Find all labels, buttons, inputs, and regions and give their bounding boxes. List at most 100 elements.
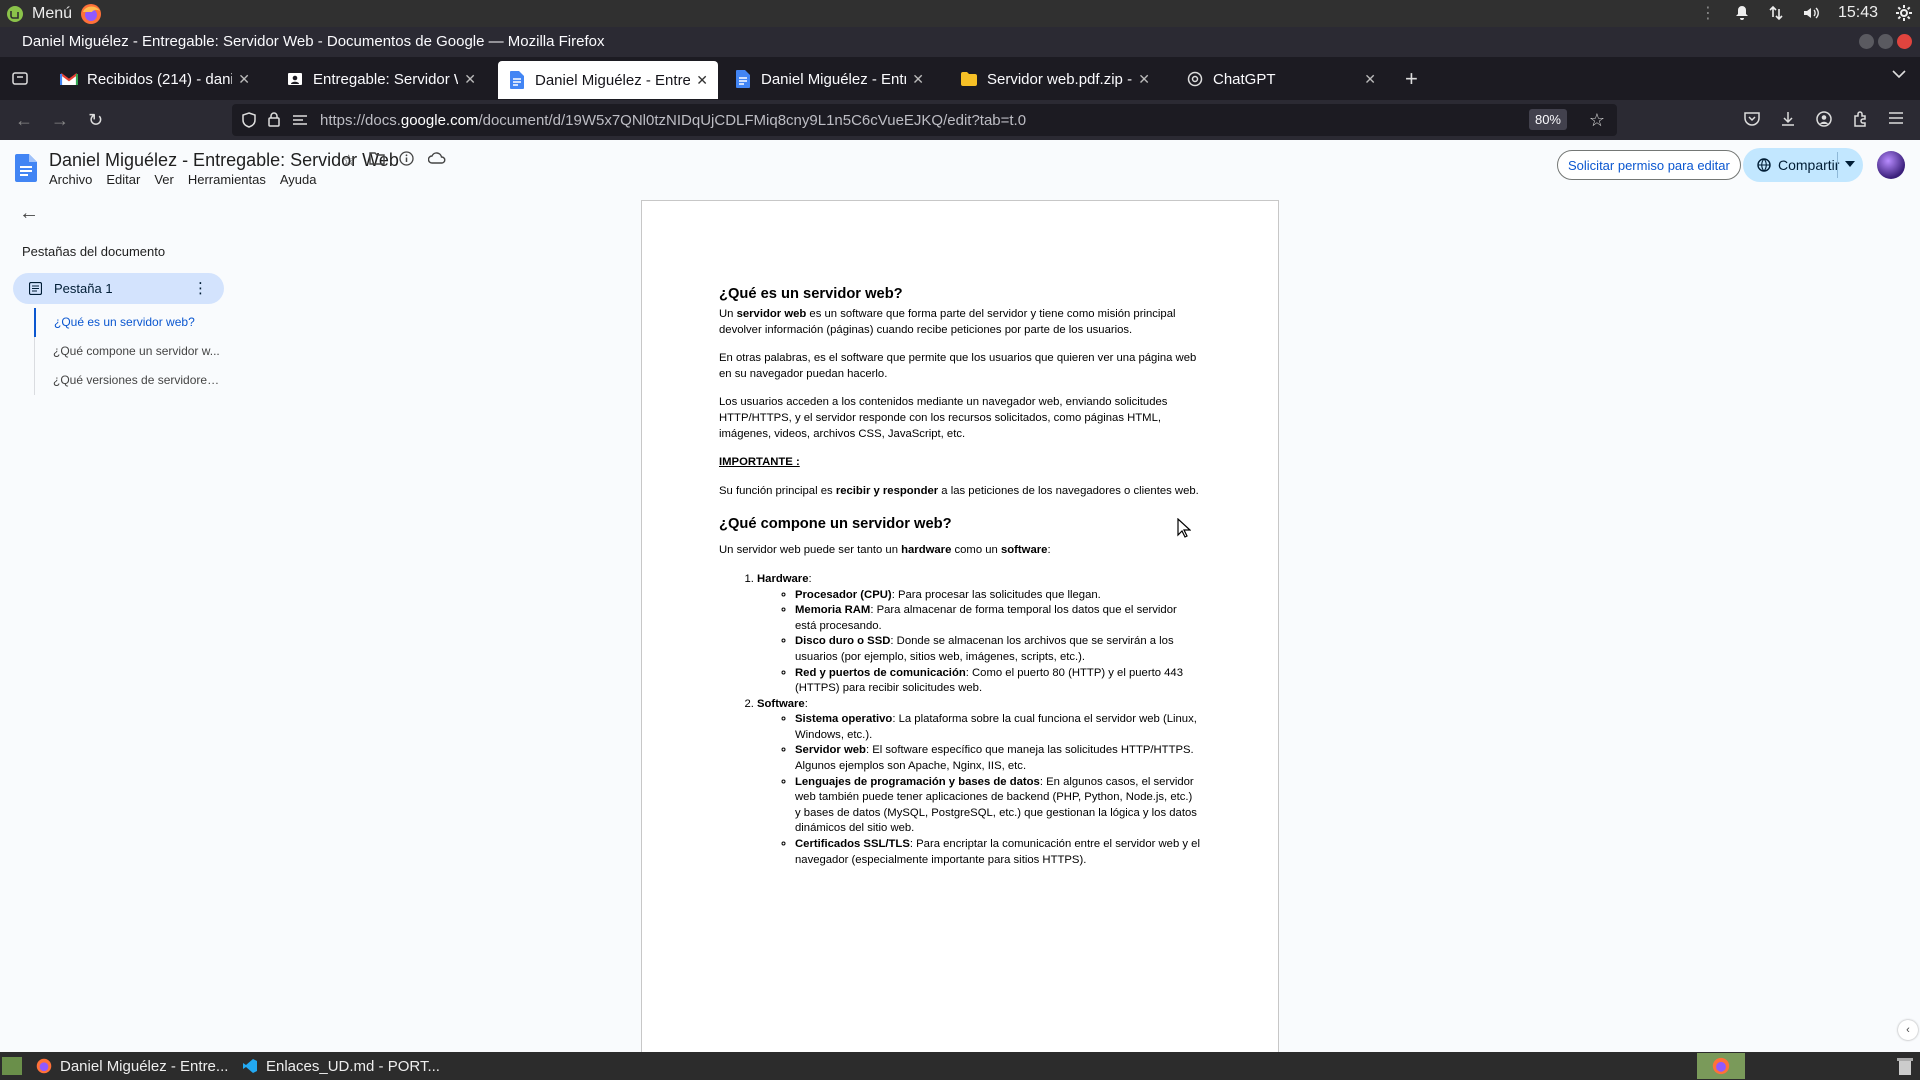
- reload-icon[interactable]: ↻: [88, 110, 103, 130]
- share-button[interactable]: Compartir: [1743, 148, 1863, 182]
- info-icon[interactable]: [399, 151, 415, 169]
- clock[interactable]: 15:43: [1838, 4, 1878, 22]
- browser-tab[interactable]: Servidor web.pdf.zip - ZI ✕: [950, 61, 1160, 97]
- navigation-toolbar: ← → ↻ https://docs.google.com/document/d…: [0, 100, 1920, 140]
- menu-archivo[interactable]: Archivo: [49, 172, 92, 187]
- maximize-button[interactable]: [1878, 34, 1893, 49]
- request-edit-button[interactable]: Solicitar permiso para editar: [1557, 150, 1741, 180]
- browser-tab[interactable]: Entregable: Servidor We ✕: [276, 61, 486, 97]
- taskbar-item-vscode[interactable]: Enlaces_UD.md - PORT...: [242, 1055, 440, 1077]
- forward-icon[interactable]: →: [51, 110, 69, 130]
- show-desktop-icon[interactable]: [2, 1057, 22, 1075]
- list-item: Lenguajes de programación y bases de dat…: [795, 775, 1201, 837]
- url-bar[interactable]: https://docs.google.com/document/d/19W5x…: [232, 104, 1617, 136]
- browser-tab[interactable]: Recibidos (214) - danielm ✕: [50, 61, 260, 97]
- zoom-level[interactable]: 80%: [1528, 109, 1567, 130]
- docs-header: Daniel Miguélez - Entregable: Servidor W…: [0, 140, 1920, 192]
- menu-editar[interactable]: Editar: [106, 172, 140, 187]
- paragraph: Su función principal es recibir y respon…: [719, 484, 1199, 497]
- document-tab-icon: [29, 282, 42, 295]
- document-outline: ¿Qué es un servidor web? ¿Qué compone un…: [34, 308, 224, 395]
- mint-logo-icon: [6, 5, 24, 23]
- paragraph: En otras palabras, es el software que pe…: [719, 352, 1197, 380]
- network-icon[interactable]: [1768, 5, 1784, 21]
- account-icon[interactable]: [1816, 111, 1832, 127]
- paragraph: Un servidor web es un software que forma…: [719, 308, 1176, 336]
- browser-tab[interactable]: ChatGPT ✕: [1176, 61, 1386, 97]
- outline-item[interactable]: ¿Qué es un servidor web?: [34, 308, 224, 337]
- os-top-panel: Menú ⋮ 15:43: [0, 0, 1920, 27]
- close-window-button[interactable]: [1897, 34, 1912, 49]
- minimize-button[interactable]: [1859, 34, 1874, 49]
- volume-icon[interactable]: [1802, 5, 1820, 21]
- folder-icon[interactable]: [369, 151, 386, 169]
- hamburger-menu-icon[interactable]: [1888, 111, 1904, 125]
- extensions-icon[interactable]: [1852, 111, 1868, 127]
- share-label: Compartir: [1778, 157, 1840, 173]
- document-tabs-sidebar: ← Pestañas del documento Pestaña 1 ⋮ ¿Qu…: [0, 192, 240, 1052]
- back-arrow-icon[interactable]: ←: [19, 202, 39, 225]
- downloads-icon[interactable]: [1780, 111, 1796, 127]
- star-icon[interactable]: ☆: [342, 151, 355, 169]
- taskbar-item-label: Enlaces_UD.md - PORT...: [266, 1057, 440, 1075]
- docs-menu-bar: Archivo Editar Ver Herramientas Ayuda: [49, 172, 317, 187]
- os-menu-button[interactable]: Menú: [6, 3, 102, 25]
- bookmark-star-icon[interactable]: ☆: [1589, 110, 1605, 131]
- permissions-icon[interactable]: [292, 113, 308, 127]
- cloud-status-icon[interactable]: [428, 151, 446, 169]
- classroom-icon: [286, 70, 304, 88]
- gmail-icon: [60, 70, 78, 88]
- browser-tab-active[interactable]: Daniel Miguélez - Entreg ✕: [498, 61, 718, 99]
- globe-icon: [1757, 158, 1771, 172]
- browser-tab[interactable]: Daniel Miguélez - Entreg ✕: [724, 61, 934, 97]
- collapse-side-panel-icon[interactable]: ‹: [1898, 1020, 1918, 1040]
- panel-dots-icon: ⋮: [1699, 5, 1716, 22]
- docs-logo-icon[interactable]: [15, 154, 37, 182]
- share-dropdown-icon[interactable]: [1845, 161, 1855, 167]
- more-options-icon[interactable]: ⋮: [193, 279, 208, 297]
- avatar[interactable]: [1877, 151, 1905, 179]
- document-page[interactable]: ¿Qué es un servidor web? Un servidor web…: [641, 200, 1279, 1060]
- new-tab-icon[interactable]: +: [1405, 66, 1418, 92]
- tray-firefox-icon[interactable]: [1697, 1053, 1745, 1079]
- settings-gear-icon[interactable]: [1896, 5, 1912, 21]
- browser-tab-bar: Recibidos (214) - danielm ✕ Entregable: …: [0, 57, 1920, 100]
- taskbar-item-firefox[interactable]: Daniel Miguélez - Entre...: [36, 1055, 228, 1077]
- tracking-shield-icon[interactable]: [242, 112, 256, 128]
- outline-item[interactable]: ¿Qué compone un servidor w...: [34, 337, 224, 366]
- component-list: Hardware: Procesador (CPU): Para procesa…: [719, 572, 1201, 868]
- window-controls: [1859, 34, 1912, 49]
- heading-que-compone: ¿Qué compone un servidor web?: [719, 516, 952, 533]
- firefox-launcher-icon[interactable]: [80, 3, 102, 25]
- lock-icon[interactable]: [268, 111, 280, 127]
- important-label: IMPORTANTE :: [719, 456, 800, 469]
- tab-overview-icon[interactable]: [12, 70, 28, 86]
- list-all-tabs-icon[interactable]: [1892, 69, 1906, 79]
- close-tab-icon[interactable]: ✕: [696, 72, 708, 89]
- close-tab-icon[interactable]: ✕: [238, 71, 250, 88]
- pocket-icon[interactable]: [1744, 111, 1760, 127]
- document-tab-pestana-1[interactable]: Pestaña 1 ⋮: [13, 273, 224, 304]
- os-taskbar: Daniel Miguélez - Entre... Enlaces_UD.md…: [0, 1052, 1920, 1080]
- firefox-icon: [36, 1058, 52, 1074]
- notifications-icon[interactable]: [1734, 5, 1750, 21]
- close-tab-icon[interactable]: ✕: [1364, 71, 1376, 88]
- heading-que-es: ¿Qué es un servidor web?: [719, 286, 903, 302]
- outline-item[interactable]: ¿Qué versiones de servidores ...: [34, 366, 224, 395]
- menu-herramientas[interactable]: Herramientas: [188, 172, 266, 187]
- trash-icon[interactable]: [1896, 1056, 1914, 1076]
- docs-icon: [508, 71, 526, 89]
- close-tab-icon[interactable]: ✕: [1138, 71, 1150, 88]
- document-content: ¿Qué es un servidor web? Un servidor web…: [719, 285, 1201, 868]
- close-tab-icon[interactable]: ✕: [464, 71, 476, 88]
- close-tab-icon[interactable]: ✕: [912, 71, 924, 88]
- vscode-icon: [242, 1058, 258, 1074]
- tab-label: Servidor web.pdf.zip - ZI: [987, 70, 1133, 88]
- back-icon[interactable]: ←: [15, 110, 33, 130]
- tab-label: Daniel Miguélez - Entreg: [535, 71, 691, 89]
- list-item: Disco duro o SSD: Donde se almacenan los…: [795, 634, 1201, 665]
- list-item: Software: Sistema operativo: La platafor…: [757, 697, 1201, 869]
- mouse-cursor-icon: [1177, 518, 1191, 538]
- menu-ver[interactable]: Ver: [154, 172, 174, 187]
- menu-ayuda[interactable]: Ayuda: [280, 172, 317, 187]
